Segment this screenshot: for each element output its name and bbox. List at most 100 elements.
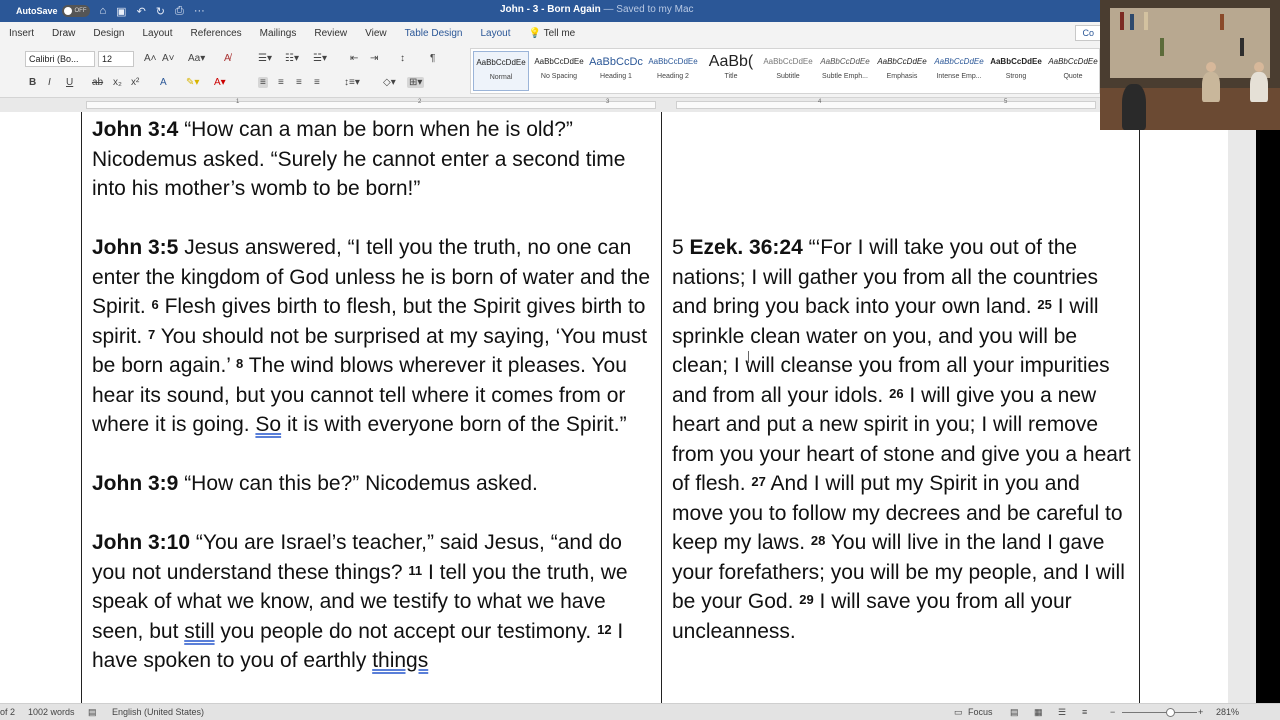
numbering-icon[interactable]: ☷▾ <box>285 53 299 64</box>
multilevel-list-icon[interactable]: ☱▾ <box>313 53 327 64</box>
style-strong[interactable]: AaBbCcDdEe Strong <box>988 51 1044 91</box>
borders-icon[interactable]: ⊞▾ <box>407 77 425 88</box>
show-formatting-icon[interactable]: ¶ <box>430 53 435 64</box>
text-effects-icon[interactable]: A <box>160 77 167 88</box>
tab-table-design[interactable]: Table Design <box>396 28 472 39</box>
print-layout-icon[interactable]: ▤ <box>1010 707 1019 718</box>
tab-view[interactable]: View <box>356 28 396 39</box>
tab-references[interactable]: References <box>182 28 251 39</box>
doc-title-text: John - 3 - Born Again <box>500 4 601 15</box>
style-no-spacing[interactable]: AaBbCcDdEe No Spacing <box>531 51 587 91</box>
tell-me-search[interactable]: 💡 Tell me <box>520 28 585 39</box>
tab-insert[interactable]: Insert <box>0 28 43 39</box>
style-heading-2[interactable]: AaBbCcDdEe Heading 2 <box>645 51 701 91</box>
comments-button[interactable]: Co <box>1075 25 1100 41</box>
increase-indent-icon[interactable]: ⇥ <box>370 53 378 64</box>
tab-design[interactable]: Design <box>84 28 133 39</box>
line-spacing-icon[interactable]: ↕≡▾ <box>344 77 360 88</box>
tab-mailings[interactable]: Mailings <box>251 28 306 39</box>
style-preview: AaBbCcDdEe <box>476 58 526 67</box>
superscript-icon[interactable]: x² <box>131 77 139 88</box>
table-cell-left[interactable]: John 3:4 “How can a man be born when he … <box>92 115 652 676</box>
grammar-flag[interactable]: So <box>255 413 281 436</box>
tab-review[interactable]: Review <box>305 28 356 39</box>
justify-icon[interactable]: ≡ <box>314 77 320 88</box>
web-layout-icon[interactable]: ▦ <box>1034 707 1043 718</box>
paragraph-john-3-5: John 3:5 Jesus answered, “I tell you the… <box>92 233 652 440</box>
align-center-icon[interactable]: ≡ <box>278 77 284 88</box>
proofing-icon[interactable]: ▤ <box>88 707 97 718</box>
more-icon[interactable]: ··· <box>194 5 205 17</box>
home-icon[interactable]: ⌂ <box>100 5 107 17</box>
decrease-indent-icon[interactable]: ⇤ <box>350 53 358 64</box>
horizontal-ruler[interactable]: 1 2 3 4 5 <box>0 98 1100 112</box>
ribbon-tabs: Insert Draw Design Layout References Mai… <box>0 22 1100 44</box>
table-cell-right[interactable]: 5 Ezek. 36:24 “‘For I will take you out … <box>672 233 1134 646</box>
redo-icon[interactable]: ↻ <box>156 5 165 18</box>
font-name-select[interactable]: Calibri (Bo... <box>25 51 95 67</box>
focus-icon[interactable]: ▭ <box>954 707 963 718</box>
shrink-font-icon[interactable]: A˅ <box>162 53 175 64</box>
style-preview: AaBbCcDdEe <box>1048 57 1098 66</box>
tab-table-layout[interactable]: Layout <box>471 28 519 39</box>
align-right-icon[interactable]: ≡ <box>296 77 302 88</box>
verse-reference: John 3:5 <box>92 236 179 259</box>
outline-view-icon[interactable]: ☰ <box>1058 707 1066 718</box>
style-normal[interactable]: AaBbCcDdEe Normal <box>473 51 529 91</box>
tell-me-label: Tell me <box>543 27 576 39</box>
clear-format-icon[interactable]: A̸ <box>224 53 231 64</box>
table-border-left <box>81 112 82 703</box>
paragraph-john-3-4: John 3:4 “How can a man be born when he … <box>92 115 652 204</box>
font-color-icon[interactable]: A▾ <box>214 77 226 88</box>
font-size-select[interactable]: 12 <box>98 51 134 67</box>
autosave-toggle[interactable]: OFF <box>61 5 90 17</box>
highlight-icon[interactable]: ✎▾ <box>186 77 199 88</box>
strikethrough-icon[interactable]: ab <box>92 77 103 88</box>
italic-icon[interactable]: I <box>48 77 51 88</box>
subscript-icon[interactable]: x₂ <box>113 77 122 88</box>
draft-view-icon[interactable]: ≡ <box>1082 707 1087 717</box>
ruler-mark: 4 <box>818 99 822 105</box>
page-count[interactable]: of 2 <box>0 707 15 717</box>
style-subtitle[interactable]: AaBbCcDdEe Subtitle <box>760 51 816 91</box>
zoom-slider[interactable] <box>1122 712 1197 713</box>
bold-icon[interactable]: B <box>29 77 36 88</box>
save-icon[interactable]: ▣ <box>116 5 126 18</box>
bullets-icon[interactable]: ☰▾ <box>258 53 272 64</box>
ruler-mark: 1 <box>236 99 240 105</box>
style-preview: AaBbCcDdEe <box>820 57 870 66</box>
document-page[interactable]: John 3:4 “How can a man be born when he … <box>0 112 1228 703</box>
shading-icon[interactable]: ◇▾ <box>383 77 396 88</box>
style-intense-emphasis[interactable]: AaBbCcDdEe Intense Emp... <box>931 51 987 91</box>
change-case-icon[interactable]: Aa▾ <box>188 53 205 64</box>
zoom-in-icon[interactable]: + <box>1198 707 1203 717</box>
style-quote[interactable]: AaBbCcDdEe Quote <box>1045 51 1101 91</box>
style-emphasis[interactable]: AaBbCcDdEe Emphasis <box>874 51 930 91</box>
underline-icon[interactable]: U <box>66 77 73 88</box>
language-label[interactable]: English (United States) <box>112 707 204 717</box>
tab-draw[interactable]: Draw <box>43 28 84 39</box>
status-bar: of 2 1002 words ▤ English (United States… <box>0 703 1280 720</box>
zoom-out-icon[interactable]: − <box>1110 707 1115 717</box>
paragraph-john-3-9: John 3:9 “How can this be?” Nicodemus as… <box>92 469 652 499</box>
undo-icon[interactable]: ↶ <box>137 5 146 18</box>
zoom-level[interactable]: 281% <box>1216 707 1239 717</box>
grow-font-icon[interactable]: A˄ <box>144 53 157 64</box>
focus-button[interactable]: Focus <box>968 707 993 717</box>
grammar-flag[interactable]: things <box>372 649 428 672</box>
style-heading-1[interactable]: AaBbCcDc Heading 1 <box>588 51 644 91</box>
book <box>1144 12 1148 30</box>
align-left-icon[interactable]: ≡ <box>258 77 268 88</box>
zoom-slider-handle[interactable] <box>1166 708 1175 717</box>
tab-layout[interactable]: Layout <box>134 28 182 39</box>
paragraph-john-3-10: John 3:10 “You are Israel’s teacher,” sa… <box>92 528 652 676</box>
ribbon-home: Calibri (Bo... 12 A˄ A˅ Aa▾ A̸ ☰▾ ☷▾ ☱▾ … <box>0 44 1100 98</box>
style-title[interactable]: AaBb(Title <box>703 51 759 91</box>
person-figure <box>1202 72 1220 102</box>
style-subtle-emphasis[interactable]: AaBbCcDdEe Subtle Emph... <box>817 51 873 91</box>
word-count[interactable]: 1002 words <box>28 707 75 717</box>
grammar-flag[interactable]: still <box>184 620 214 643</box>
print-icon[interactable]: ⎙ <box>175 5 184 18</box>
sort-icon[interactable]: ↕ <box>400 53 405 64</box>
verse-number: 12 <box>597 621 612 637</box>
